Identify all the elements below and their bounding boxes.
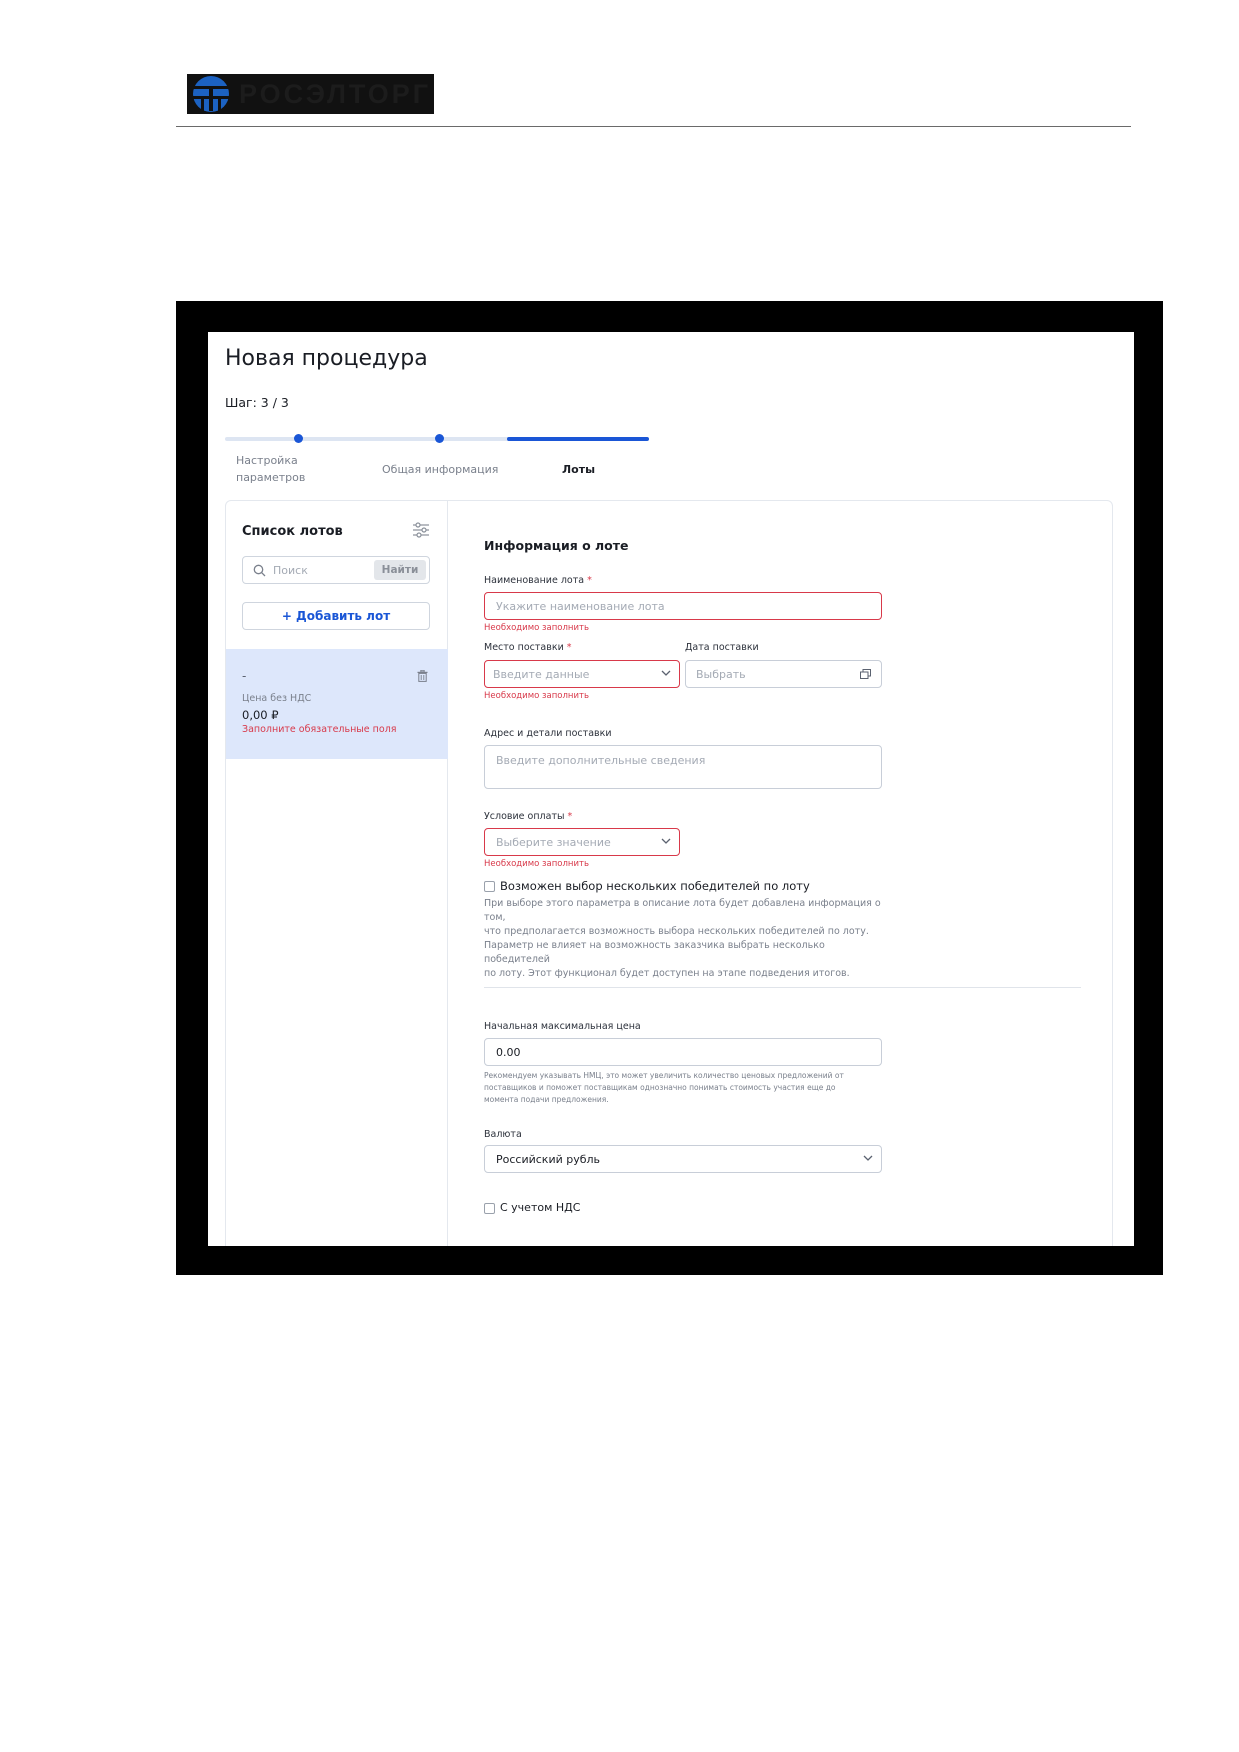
delivery-date-label: Дата поставки bbox=[685, 642, 759, 653]
multiple-winners-hint: При выборе этого параметра в описание ло… bbox=[484, 897, 884, 981]
delivery-date-placeholder: Выбрать bbox=[696, 668, 746, 681]
lot-info-title: Информация о лоте bbox=[484, 538, 629, 553]
max-price-value: 0.00 bbox=[496, 1046, 521, 1059]
page-title: Новая процедура bbox=[225, 346, 428, 371]
section-divider bbox=[484, 987, 1081, 988]
step-settings[interactable]: Настройка параметров bbox=[236, 452, 305, 486]
chevron-down-icon bbox=[863, 1155, 873, 1161]
delivery-place-placeholder: Введите данные bbox=[493, 668, 590, 681]
hint-line: по лоту. Этот функционал будет доступен … bbox=[484, 968, 850, 979]
payment-condition-select[interactable]: Выберите значение bbox=[484, 828, 680, 856]
search-input-placeholder[interactable]: Поиск bbox=[273, 564, 308, 577]
hint-line: Параметр не влияет на возможность заказч… bbox=[484, 940, 825, 965]
vat-label[interactable]: С учетом НДС bbox=[500, 1201, 580, 1214]
required-mark: * bbox=[566, 642, 572, 653]
payment-condition-error: Необходимо заполнить bbox=[484, 859, 589, 869]
stepper-dot-2 bbox=[435, 434, 444, 443]
header-divider bbox=[176, 126, 1131, 127]
required-mark: * bbox=[567, 811, 573, 822]
calendar-icon bbox=[860, 669, 871, 679]
lot-name-label-text: Наименование лота bbox=[484, 575, 585, 586]
hint-line: что предполагается возможность выбора не… bbox=[484, 926, 869, 937]
address-label: Адрес и детали поставки bbox=[484, 728, 612, 739]
required-mark: * bbox=[587, 575, 592, 586]
hint-line: поставщиков и поможет поставщикам однозн… bbox=[484, 1083, 836, 1092]
multiple-winners-checkbox[interactable] bbox=[484, 881, 495, 892]
lot-price: 0,00 ₽ bbox=[242, 708, 279, 722]
stepper-progress bbox=[507, 437, 649, 441]
step-settings-line2: параметров bbox=[236, 471, 306, 484]
delivery-place-label: Место поставки * bbox=[484, 642, 572, 653]
lot-error: Заполните обязательные поля bbox=[242, 724, 397, 735]
chevron-down-icon bbox=[661, 838, 671, 844]
chevron-down-icon bbox=[661, 670, 671, 676]
vat-checkbox[interactable] bbox=[484, 1203, 495, 1214]
find-button[interactable]: Найти bbox=[374, 560, 426, 580]
address-textarea[interactable]: Введите дополнительные сведения bbox=[484, 745, 882, 789]
lot-name-label: Наименование лота * bbox=[484, 575, 592, 586]
lot-list-item[interactable]: - Цена без НДС 0,00 ₽ Заполните обязател… bbox=[226, 649, 448, 759]
step-lots-label: Лоты bbox=[562, 463, 596, 476]
hint-line: При выборе этого параметра в описание ло… bbox=[484, 898, 881, 923]
screenshot-frame: Новая процедура Шаг: 3 / 3 Настройка пар… bbox=[176, 301, 1163, 1275]
delivery-place-label-text: Место поставки bbox=[484, 642, 564, 653]
lots-sidebar: Список лотов Поиск Найти + Добавить лот … bbox=[226, 501, 448, 1246]
address-placeholder: Введите дополнительные сведения bbox=[496, 754, 706, 767]
delivery-date-picker[interactable]: Выбрать bbox=[685, 660, 882, 688]
step-general-info-label: Общая информация bbox=[382, 463, 499, 476]
max-price-label: Начальная максимальная цена bbox=[484, 1021, 641, 1032]
delivery-place-select[interactable]: Введите данные bbox=[484, 660, 680, 688]
lot-name-input[interactable]: Укажите наименование лота bbox=[484, 592, 882, 620]
lots-search-box[interactable]: Поиск Найти bbox=[242, 556, 430, 584]
multiple-winners-label[interactable]: Возможен выбор нескольких победителей по… bbox=[500, 879, 810, 893]
currency-value: Российский рубль bbox=[496, 1153, 601, 1166]
lot-form: Информация о лоте Наименование лота * Ук… bbox=[448, 501, 1114, 1246]
payment-condition-label-text: Условие оплаты bbox=[484, 811, 565, 822]
filter-sliders-icon[interactable] bbox=[412, 522, 430, 538]
max-price-hint: Рекомендуем указывать НМЦ, это может уве… bbox=[484, 1070, 894, 1106]
logo-text: РОСЭЛТОРГ bbox=[239, 78, 432, 109]
search-icon bbox=[253, 564, 266, 577]
lot-name-error: Необходимо заполнить bbox=[484, 623, 589, 633]
lots-list-title: Список лотов bbox=[242, 524, 343, 539]
payment-condition-label: Условие оплаты * bbox=[484, 811, 572, 822]
currency-select[interactable]: Российский рубль bbox=[484, 1145, 882, 1173]
hint-line: момента подачи предложения. bbox=[484, 1095, 609, 1104]
app-screen: Новая процедура Шаг: 3 / 3 Настройка пар… bbox=[208, 332, 1134, 1246]
lot-editor-card: Список лотов Поиск Найти + Добавить лот … bbox=[225, 500, 1113, 1246]
step-counter: Шаг: 3 / 3 bbox=[225, 395, 289, 410]
lot-name-placeholder: Укажите наименование лота bbox=[496, 600, 665, 613]
hint-line: Рекомендуем указывать НМЦ, это может уве… bbox=[484, 1071, 844, 1080]
trash-icon[interactable] bbox=[417, 670, 428, 682]
company-logo: РОСЭЛТОРГ bbox=[187, 74, 434, 114]
step-settings-line1: Настройка bbox=[236, 454, 298, 467]
delivery-place-error: Необходимо заполнить bbox=[484, 691, 589, 701]
logo-emblem-icon bbox=[193, 76, 229, 112]
max-price-input[interactable]: 0.00 bbox=[484, 1038, 882, 1066]
lot-name: - bbox=[242, 669, 247, 683]
payment-condition-placeholder: Выберите значение bbox=[496, 836, 611, 849]
currency-label: Валюта bbox=[484, 1129, 522, 1140]
stepper-dot-1 bbox=[294, 434, 303, 443]
step-lots[interactable]: Лоты bbox=[562, 461, 595, 478]
add-lot-button[interactable]: + Добавить лот bbox=[242, 602, 430, 630]
lot-price-label: Цена без НДС bbox=[242, 693, 312, 704]
step-general-info[interactable]: Общая информация bbox=[382, 461, 498, 478]
